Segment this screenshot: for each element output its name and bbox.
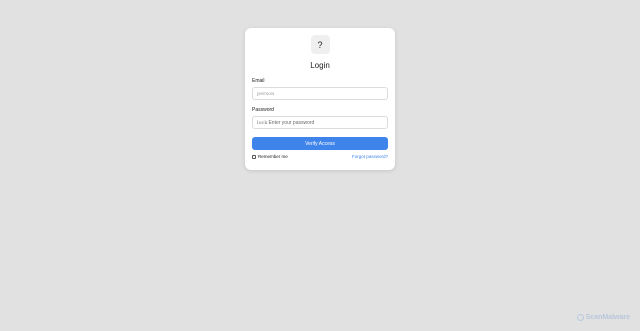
remember-me[interactable]: Remember me [252,154,288,159]
remember-label: Remember me [258,154,288,159]
person-icon: person [257,90,275,97]
password-placeholder: Enter your password [268,119,315,126]
forgot-password-link[interactable]: Forgot password? [352,154,388,159]
lock-icon: lock [257,119,268,126]
logo-glyph: ? [317,39,323,50]
logo-icon: ? [310,35,330,54]
password-label: Password [252,107,274,113]
email-field[interactable]: person [252,87,388,100]
logo-container: ? [252,35,388,54]
login-card: ? Login Email person Password lock Enter… [245,28,395,170]
scanmalware-logo-icon [576,314,584,321]
email-label: Email [252,78,265,84]
verify-access-label: Verify Access [305,140,335,147]
page-title: Login [310,61,330,70]
watermark: ScanMalware [576,314,630,321]
verify-access-button[interactable]: Verify Access [252,137,388,150]
page: ? Login Email person Password lock Enter… [0,0,640,331]
remember-checkbox[interactable] [252,154,256,159]
options-row: Remember me Forgot password? [252,154,388,159]
watermark-text: ScanMalware [585,314,630,321]
password-field[interactable]: lock Enter your password [252,116,388,129]
